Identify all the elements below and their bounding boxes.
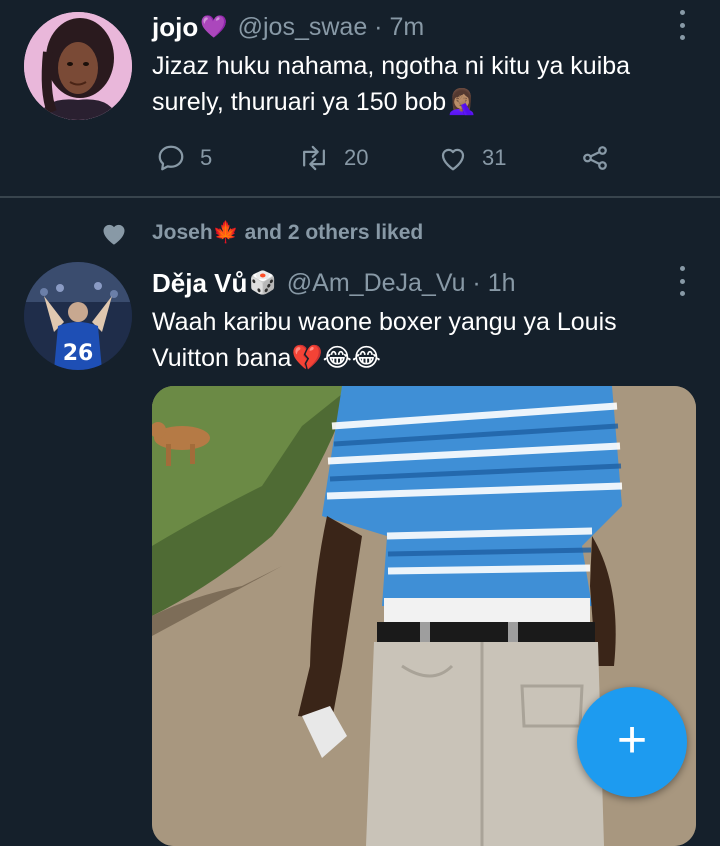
retweet-button[interactable]: 20: [298, 140, 368, 176]
compose-tweet-button[interactable]: +: [577, 687, 687, 797]
tweet-text-line: Jizaz huku nahama, ngotha ni kitu ya kui…: [152, 52, 631, 80]
jersey-number: 26: [63, 341, 94, 366]
share-icon: [583, 146, 607, 170]
display-name[interactable]: jojo: [152, 12, 198, 43]
more-icon[interactable]: [672, 266, 692, 296]
avatar[interactable]: 26: [24, 262, 132, 370]
retweet-count: 20: [344, 145, 369, 170]
more-icon[interactable]: [672, 10, 692, 40]
tweet-text: Waah karibu waone boxer yangu ya Louis V…: [152, 304, 692, 376]
tweet-text-line: Waah karibu waone boxer yangu ya Louis: [152, 308, 617, 336]
handle-and-time[interactable]: @jos_swae · 7m: [238, 13, 425, 42]
plus-icon: +: [616, 711, 648, 769]
like-button[interactable]: 31: [438, 140, 506, 176]
like-icon: [441, 148, 465, 171]
social-context-text: Joseh🍁 and 2 others liked: [152, 221, 424, 244]
display-name[interactable]: Dějа Vů: [152, 268, 247, 299]
tweet-text-line: surely, thuruari ya 150 bob🤦🏽‍♀️: [152, 88, 478, 116]
name-emoji: 🎲: [249, 271, 277, 296]
handle-and-time[interactable]: @Am_DeJa_Vu · 1h: [287, 269, 516, 298]
tweet-header: jojo 💜 @jos_swae · 7m: [152, 12, 424, 43]
reply-count: 5: [200, 145, 213, 170]
tweet-header: Dějа Vů 🎲 @Am_DeJa_Vu · 1h: [152, 268, 516, 299]
tweet-text-line: Vuitton bana💔😂😂: [152, 344, 382, 372]
heart-filled-icon: [103, 224, 125, 245]
tweet-text: Jizaz huku nahama, ngotha ni kitu ya kui…: [152, 48, 692, 120]
retweet-icon: [303, 145, 325, 171]
name-emoji: 💜: [200, 15, 228, 40]
avatar[interactable]: [24, 12, 132, 120]
share-button[interactable]: [580, 140, 610, 176]
reply-button[interactable]: 5: [156, 140, 212, 176]
social-context[interactable]: Joseh🍁 and 2 others liked: [100, 220, 423, 246]
tweet[interactable]: jojo 💜 @jos_swae · 7m Jizaz huku nahama,…: [0, 0, 720, 196]
reply-icon: [158, 145, 184, 171]
like-count: 31: [482, 145, 507, 170]
tweet-actions: 5 20 31: [152, 140, 632, 176]
